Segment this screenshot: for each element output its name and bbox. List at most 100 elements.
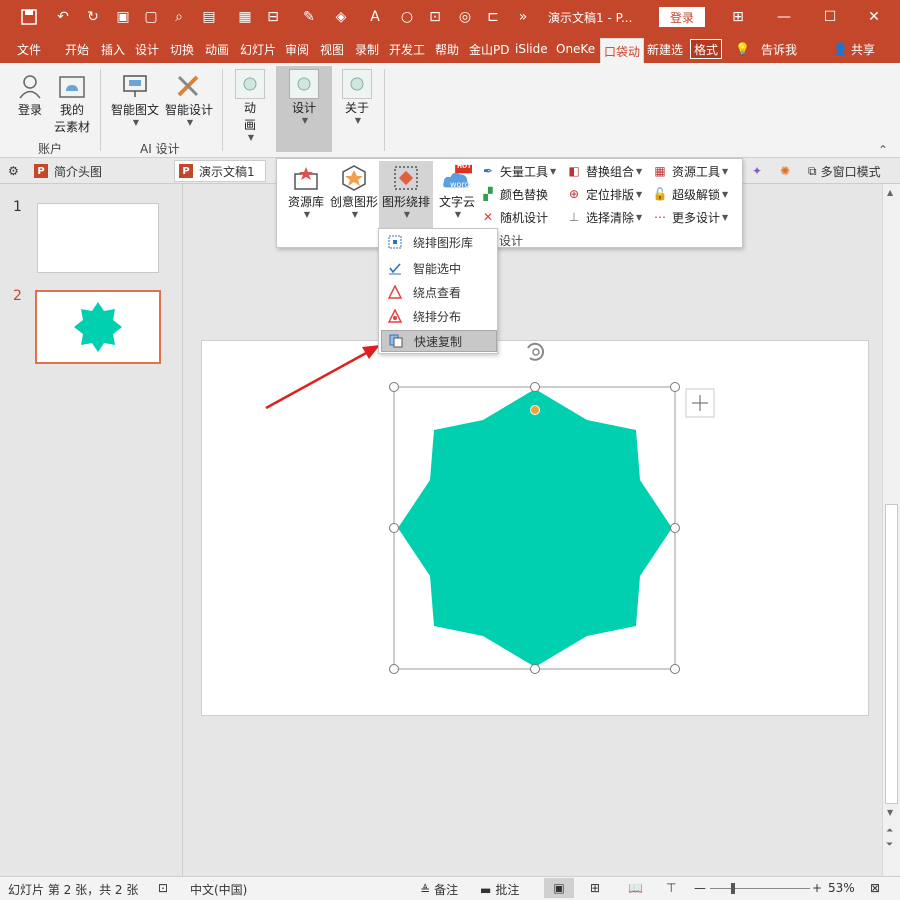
resize-handle[interactable] bbox=[389, 664, 399, 674]
word-cloud-button[interactable]: HOT word 文字云 ▼ bbox=[435, 163, 479, 219]
zoom-slider[interactable] bbox=[710, 888, 810, 889]
resize-handle[interactable] bbox=[530, 664, 540, 674]
shuffle-icon: ✕ bbox=[482, 210, 494, 224]
scroll-up-icon[interactable]: ▲ bbox=[887, 188, 893, 197]
canvas-overlay bbox=[265, 342, 715, 674]
resource-library-label: 资源库 bbox=[287, 195, 324, 209]
menu-item-point-view[interactable]: 绕点查看 bbox=[381, 281, 497, 303]
adjust-handle[interactable] bbox=[530, 405, 540, 415]
zoom-in-icon[interactable]: + bbox=[812, 881, 822, 895]
resize-handle[interactable] bbox=[670, 664, 680, 674]
select-clear-label: 选择清除 bbox=[586, 210, 635, 225]
menu-item-label: 快速复制 bbox=[414, 334, 463, 349]
menu-item-label: 智能选中 bbox=[413, 261, 462, 276]
design-dropdown-panel: 资源库 ▼ 创意图形 ▼ 图形绕排 ▼ HOT word 文字云 ▼ ✒ 矢量工… bbox=[276, 158, 743, 248]
chevron-down-icon: ▼ bbox=[550, 166, 557, 176]
more-design-item[interactable]: ⋯ 更多设计 ▼ bbox=[653, 207, 728, 227]
hexagram-icon bbox=[339, 163, 369, 193]
normal-view-icon[interactable]: ▣ bbox=[544, 878, 574, 898]
color-replace-label: 颜色替换 bbox=[500, 187, 549, 202]
resize-handle[interactable] bbox=[389, 382, 399, 392]
chevron-down-icon: ▼ bbox=[722, 166, 729, 176]
word-cloud-label: 文字云 bbox=[438, 195, 475, 209]
shape-wrap-button[interactable]: 图形绕排 ▼ bbox=[379, 161, 433, 229]
random-design-item[interactable]: ✕ 随机设计 bbox=[481, 207, 548, 227]
triangle-points-icon bbox=[387, 284, 403, 300]
chevron-down-icon: ▼ bbox=[722, 212, 729, 222]
comments-button[interactable]: ▬ 批注 bbox=[480, 881, 519, 898]
scroll-down-icon[interactable]: ▼ bbox=[887, 808, 893, 817]
annotation-arrow bbox=[265, 345, 380, 410]
slide-counter: 幻灯片 第 2 张，共 2 张 bbox=[8, 883, 139, 897]
position-layout-item[interactable]: ⊕ 定位排版 ▼ bbox=[567, 184, 642, 204]
resource-tools-label: 资源工具 bbox=[672, 164, 721, 179]
creative-shapes-button[interactable]: 创意图形 ▼ bbox=[329, 163, 379, 219]
chevron-down-icon: ▼ bbox=[351, 210, 359, 219]
menu-item-wrap-distribute[interactable]: 绕排分布 bbox=[381, 305, 497, 327]
scrollbar-thumb[interactable] bbox=[885, 504, 898, 804]
super-unlock-item[interactable]: 🔓 超级解锁 ▼ bbox=[652, 184, 729, 204]
select-clear-item[interactable]: ⊥ 选择清除 ▼ bbox=[567, 207, 642, 227]
resource-tools-item[interactable]: ▦ 资源工具 ▼ bbox=[653, 161, 728, 181]
menu-item-label: 绕排分布 bbox=[413, 309, 462, 324]
replace-icon: ◧ bbox=[568, 164, 580, 178]
wrap-library-icon bbox=[387, 234, 403, 250]
notes-button[interactable]: ≜ 备注 bbox=[420, 881, 458, 898]
resize-handle[interactable] bbox=[670, 382, 680, 392]
shape-wrap-label: 图形绕排 bbox=[381, 195, 430, 209]
menu-item-smart-select[interactable]: 智能选中 bbox=[381, 257, 497, 279]
resize-handle[interactable] bbox=[670, 523, 680, 533]
select-icon: ⊥ bbox=[568, 210, 580, 224]
creative-shapes-label: 创意图形 bbox=[329, 195, 378, 209]
layout-options-icon[interactable] bbox=[685, 388, 715, 418]
grid-tools-icon: ▦ bbox=[654, 164, 666, 178]
vertical-scrollbar[interactable]: ▲ ▼ ⏶ ⏷ bbox=[882, 184, 900, 876]
crosshair-icon: ⊕ bbox=[568, 187, 580, 201]
menu-item-label: 绕点查看 bbox=[413, 285, 462, 300]
chevron-down-icon: ▼ bbox=[636, 189, 643, 199]
next-slide-icon[interactable]: ⏷ bbox=[886, 840, 893, 850]
menu-item-wrap-library[interactable]: 绕排图形库 bbox=[381, 231, 497, 253]
menu-item-quick-copy[interactable]: 快速复制 bbox=[381, 330, 497, 352]
comment-icon: ▬ bbox=[480, 882, 492, 897]
replace-group-label: 替换组合 bbox=[586, 164, 635, 179]
status-bar: 幻灯片 第 2 张，共 2 张 ⊡ 中文(中国) ≜ 备注 ▬ 批注 ▣ ⊞ 📖… bbox=[0, 876, 900, 900]
octagram-shape[interactable] bbox=[398, 389, 672, 667]
reading-view-icon[interactable]: 📖 bbox=[628, 881, 643, 895]
comments-label: 批注 bbox=[495, 883, 520, 897]
spellcheck-icon[interactable]: ⊡ bbox=[158, 881, 168, 895]
lock-icon: 🔓 bbox=[652, 187, 668, 201]
menu-item-label: 绕排图形库 bbox=[413, 235, 474, 250]
resize-handle[interactable] bbox=[530, 382, 540, 392]
vector-tools-label: 矢量工具 bbox=[500, 164, 549, 179]
slideshow-view-icon[interactable]: ⊤ bbox=[666, 881, 676, 895]
chevron-down-icon: ▼ bbox=[636, 166, 643, 176]
rotate-icon[interactable] bbox=[527, 342, 545, 361]
chevron-down-icon: ▼ bbox=[636, 212, 643, 222]
copy-icon bbox=[388, 333, 404, 349]
color-replace-item[interactable]: ▞ 颜色替换 bbox=[481, 184, 548, 204]
checkbox-icon bbox=[387, 260, 403, 276]
zoom-level[interactable]: 53% bbox=[828, 881, 855, 895]
chevron-down-icon: ▼ bbox=[722, 189, 729, 199]
fit-slide-icon[interactable]: ⊠ bbox=[870, 881, 880, 895]
library-icon bbox=[291, 163, 321, 193]
zoom-out-icon[interactable]: — bbox=[694, 881, 706, 895]
zoom-slider-thumb[interactable] bbox=[731, 883, 735, 894]
language-indicator[interactable]: 中文(中国) bbox=[190, 881, 247, 898]
resource-library-button[interactable]: 资源库 ▼ bbox=[285, 163, 327, 219]
triangle-distribute-icon bbox=[387, 308, 403, 324]
prev-slide-icon[interactable]: ⏶ bbox=[886, 826, 893, 836]
wrap-grid-icon bbox=[391, 163, 421, 193]
notes-label: 备注 bbox=[434, 883, 459, 897]
paint-roller-icon: ▞ bbox=[483, 187, 493, 201]
vector-tools-item[interactable]: ✒ 矢量工具 ▼ bbox=[481, 161, 556, 181]
resize-handle[interactable] bbox=[389, 523, 399, 533]
slide-sorter-icon[interactable]: ⊞ bbox=[590, 881, 600, 895]
position-layout-label: 定位排版 bbox=[586, 187, 635, 202]
chevron-down-icon: ▼ bbox=[454, 210, 462, 219]
super-unlock-label: 超级解锁 bbox=[672, 187, 721, 202]
dots-icon: ⋯ bbox=[654, 210, 666, 224]
replace-group-item[interactable]: ◧ 替换组合 ▼ bbox=[567, 161, 642, 181]
chevron-down-icon: ▼ bbox=[403, 210, 411, 219]
